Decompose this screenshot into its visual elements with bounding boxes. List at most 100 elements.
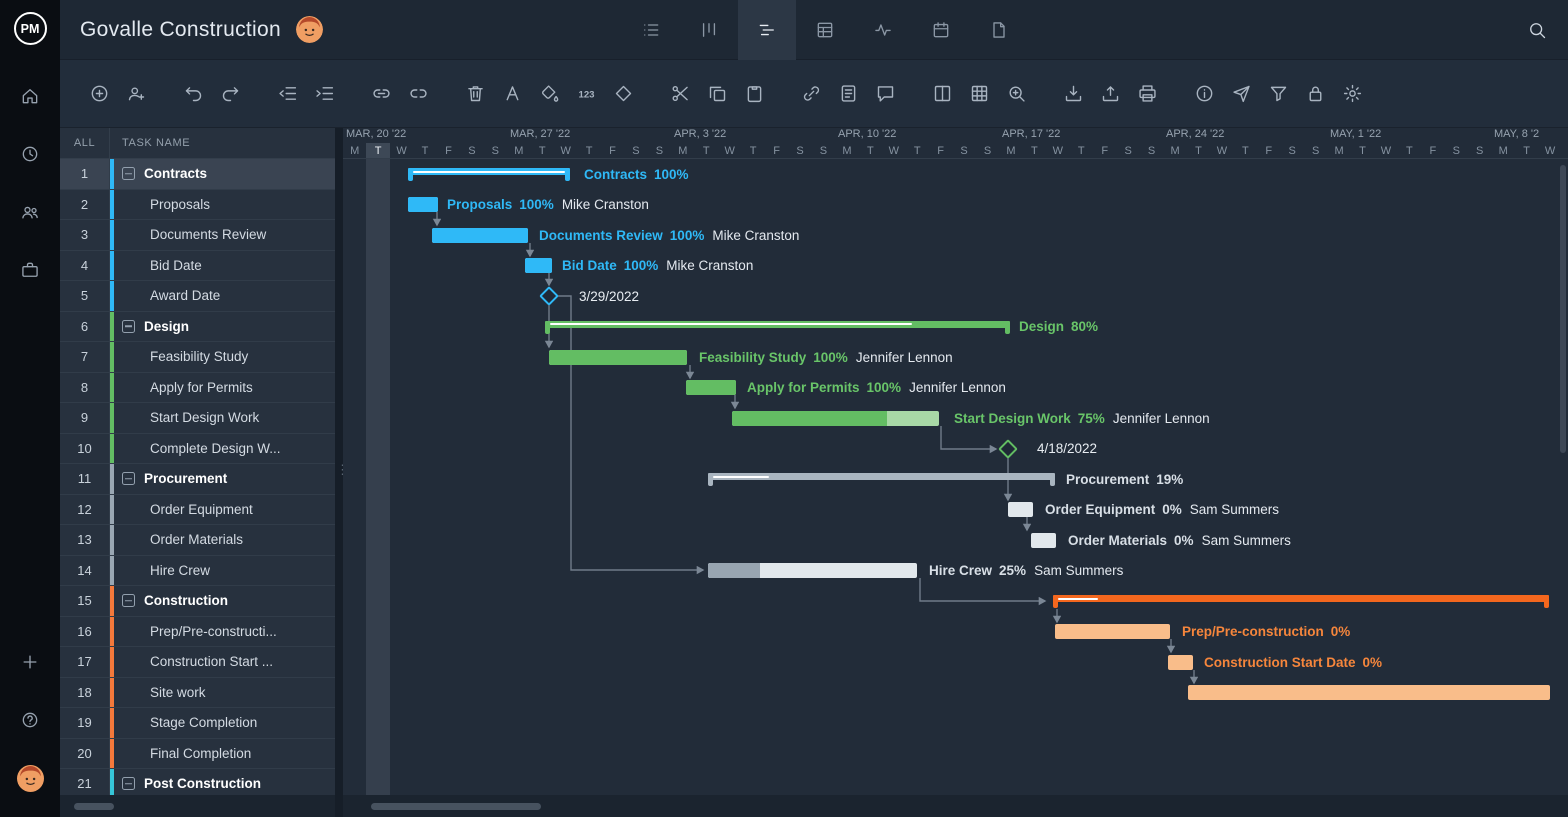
task-row-7[interactable]: 7Feasibility Study [60, 342, 335, 373]
task-row-17[interactable]: 17Construction Start ... [60, 647, 335, 678]
tab-view-gantt[interactable] [738, 0, 796, 60]
task-bar[interactable] [1188, 685, 1550, 700]
rail-clock-button[interactable] [11, 135, 49, 173]
search-button[interactable] [1522, 15, 1552, 45]
lock-button[interactable] [1300, 79, 1330, 109]
task-bar[interactable] [408, 197, 438, 212]
undo-button[interactable] [178, 79, 208, 109]
info-button[interactable] [1189, 79, 1219, 109]
task-row-3[interactable]: 3Documents Review [60, 220, 335, 251]
task-bar[interactable] [1055, 624, 1170, 639]
gantt-scroll-thumb[interactable] [371, 803, 541, 810]
view-tabs [622, 0, 1028, 60]
summary-bar[interactable] [708, 473, 1055, 480]
task-row-14[interactable]: 14Hire Crew [60, 556, 335, 587]
delete-button[interactable] [460, 79, 490, 109]
task-bar[interactable] [1031, 533, 1056, 548]
task-row-12[interactable]: 12Order Equipment [60, 495, 335, 526]
task-row-11[interactable]: 11Procurement [60, 464, 335, 495]
task-bar[interactable] [525, 258, 552, 273]
user-avatar[interactable] [11, 759, 49, 797]
rail-team-button[interactable] [11, 193, 49, 231]
zoom-button[interactable] [1001, 79, 1031, 109]
add-task-button[interactable] [84, 79, 114, 109]
summary-bar[interactable] [545, 321, 1010, 328]
task-row-2[interactable]: 2Proposals [60, 190, 335, 221]
collapse-icon[interactable] [122, 594, 135, 607]
fill-button[interactable] [534, 79, 564, 109]
indent-button[interactable] [309, 79, 339, 109]
task-bar[interactable] [1008, 502, 1033, 517]
add-user-button[interactable] [121, 79, 151, 109]
pm-logo[interactable]: PM [14, 12, 47, 45]
export-button[interactable] [1095, 79, 1125, 109]
task-name: Start Design Work [114, 403, 335, 433]
milestone-button[interactable] [608, 79, 638, 109]
font-button[interactable] [497, 79, 527, 109]
cut-button[interactable] [665, 79, 695, 109]
collapse-icon[interactable] [122, 167, 135, 180]
task-row-9[interactable]: 9Start Design Work [60, 403, 335, 434]
summary-bar[interactable] [1053, 595, 1549, 602]
columns-button[interactable] [927, 79, 957, 109]
milestone-diamond[interactable] [998, 439, 1018, 459]
project-avatar[interactable] [296, 16, 323, 43]
paste-button[interactable] [739, 79, 769, 109]
task-row-18[interactable]: 18Site work [60, 678, 335, 709]
redo-button[interactable] [215, 79, 245, 109]
summary-bar[interactable] [408, 168, 570, 175]
task-bar[interactable] [686, 380, 736, 395]
task-bar[interactable] [732, 411, 939, 426]
settings-button[interactable] [1337, 79, 1367, 109]
tab-view-sheet[interactable] [796, 0, 854, 60]
print-button[interactable] [1132, 79, 1162, 109]
attachment-button[interactable] [796, 79, 826, 109]
task-row-16[interactable]: 16Prep/Pre-constructi... [60, 617, 335, 648]
tab-view-document[interactable] [970, 0, 1028, 60]
task-bar[interactable] [708, 563, 917, 578]
collapse-icon[interactable] [122, 320, 135, 333]
link-button[interactable] [366, 79, 396, 109]
task-panel-scroll-thumb[interactable] [74, 803, 114, 810]
collapse-icon[interactable] [122, 472, 135, 485]
milestone-diamond[interactable] [539, 286, 559, 306]
unlink-button[interactable] [403, 79, 433, 109]
task-row-15[interactable]: 15Construction [60, 586, 335, 617]
tab-view-list[interactable] [622, 0, 680, 60]
notes-button[interactable] [833, 79, 863, 109]
import-button[interactable] [1058, 79, 1088, 109]
task-bar[interactable] [1168, 655, 1193, 670]
task-row-8[interactable]: 8Apply for Permits [60, 373, 335, 404]
task-row-20[interactable]: 20Final Completion [60, 739, 335, 770]
filter-button[interactable] [1263, 79, 1293, 109]
view-calendar-icon [931, 20, 951, 40]
task-bar[interactable] [432, 228, 528, 243]
column-header-task-name[interactable]: TASK NAME [110, 137, 190, 149]
task-row-5[interactable]: 5Award Date [60, 281, 335, 312]
copy-button[interactable] [702, 79, 732, 109]
outdent-button[interactable] [272, 79, 302, 109]
timeline-day: S [484, 143, 507, 159]
rail-home-button[interactable] [11, 77, 49, 115]
tab-view-calendar[interactable] [912, 0, 970, 60]
grid-button[interactable] [964, 79, 994, 109]
share-button[interactable] [1226, 79, 1256, 109]
column-header-all[interactable]: ALL [60, 128, 110, 158]
task-row-1[interactable]: 1Contracts [60, 159, 335, 190]
task-row-13[interactable]: 13Order Materials [60, 525, 335, 556]
rail-help-button[interactable] [11, 701, 49, 739]
numbers-button[interactable]: 123 [571, 79, 601, 109]
task-row-6[interactable]: 6Design [60, 312, 335, 343]
tab-view-board[interactable] [680, 0, 738, 60]
task-row-4[interactable]: 4Bid Date [60, 251, 335, 282]
comment-button[interactable] [870, 79, 900, 109]
tab-view-activity[interactable] [854, 0, 912, 60]
collapse-icon[interactable] [122, 777, 135, 790]
rail-portfolio-button[interactable] [11, 251, 49, 289]
task-bar[interactable] [549, 350, 687, 365]
task-row-10[interactable]: 10Complete Design W... [60, 434, 335, 465]
task-row-19[interactable]: 19Stage Completion [60, 708, 335, 739]
panel-splitter[interactable] [335, 128, 343, 817]
rail-plus-button[interactable] [11, 643, 49, 681]
vertical-scroll-thumb[interactable] [1560, 165, 1566, 453]
